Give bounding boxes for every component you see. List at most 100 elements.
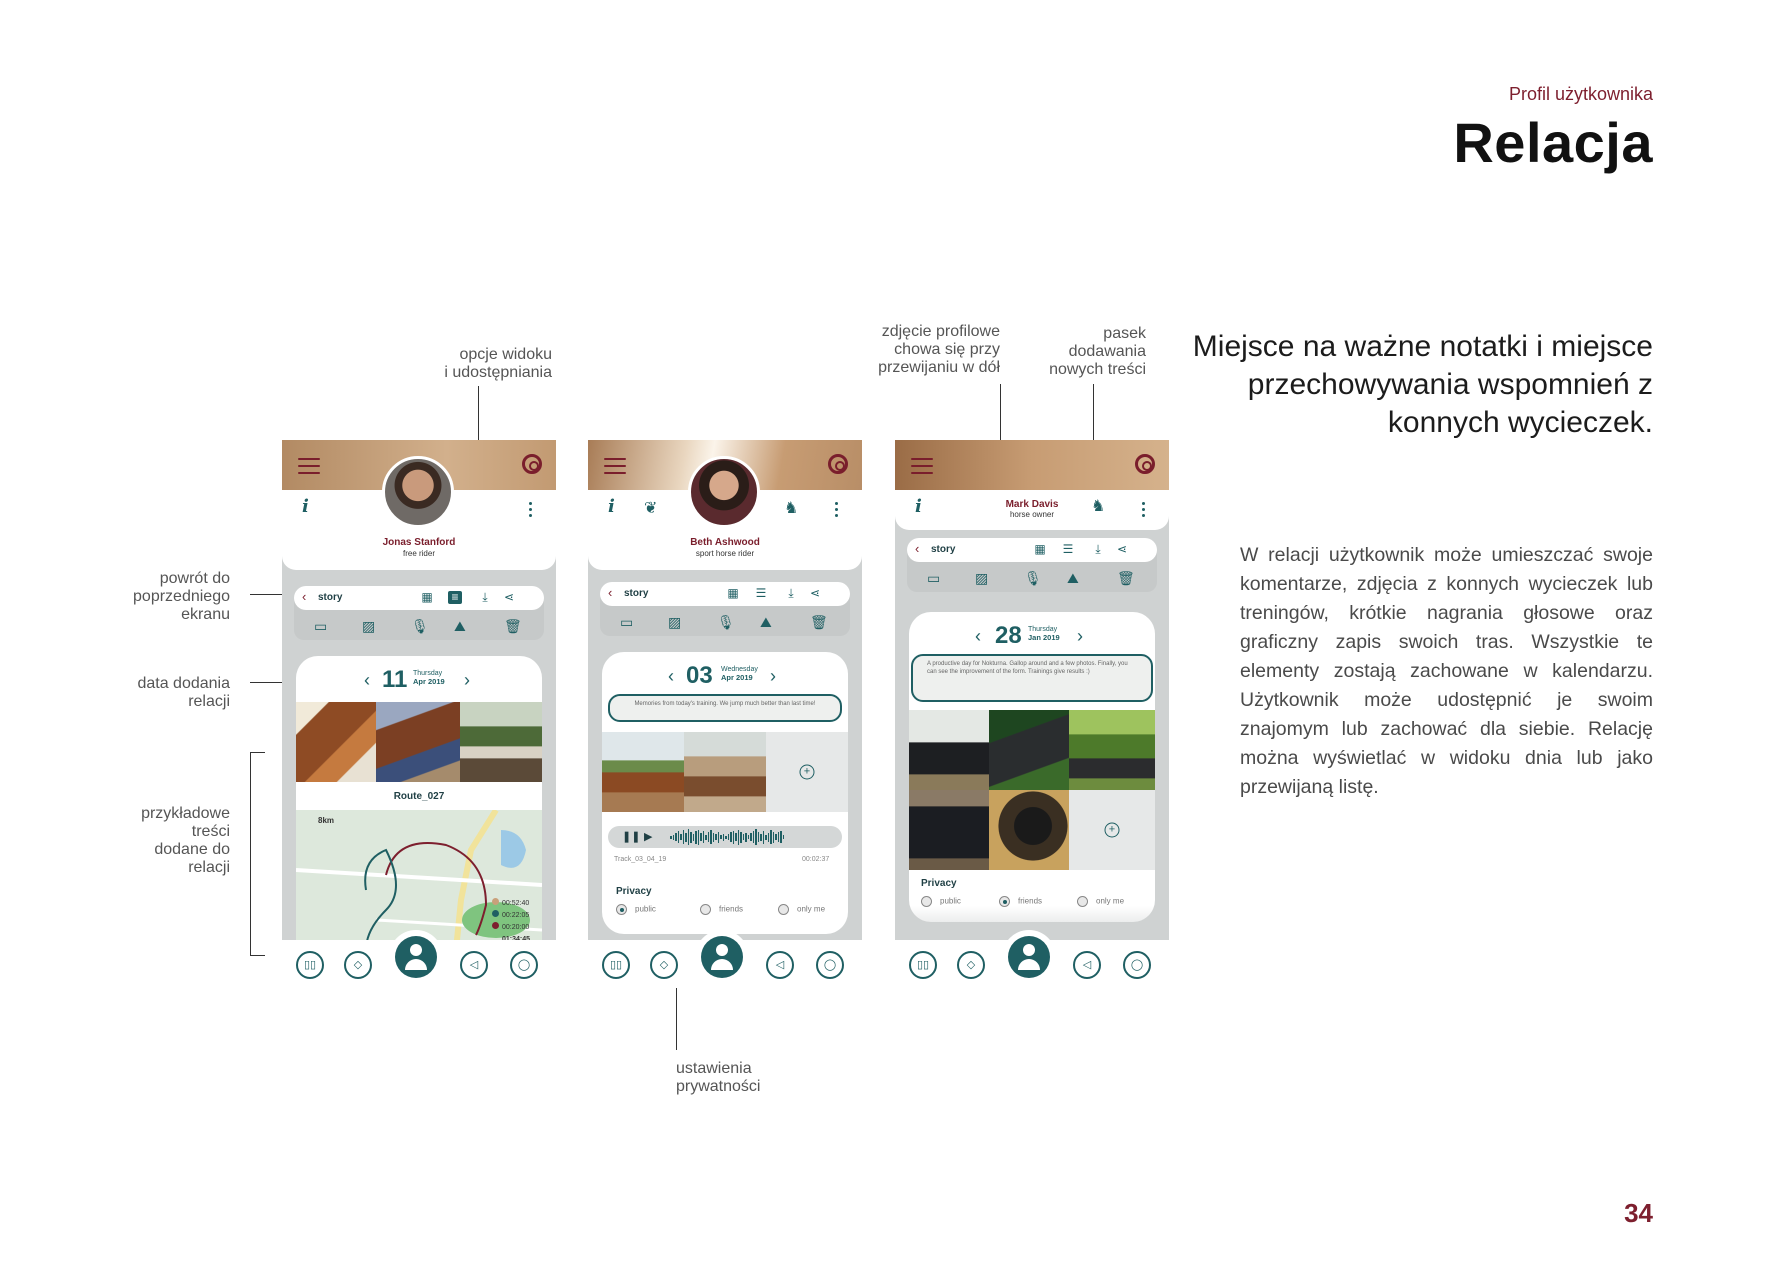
annotation-line: zdjęcie profilowe <box>881 323 1000 340</box>
image-icon[interactable]: ▨ <box>362 618 375 635</box>
route-icon[interactable]: ⛰ <box>454 618 466 635</box>
megaphone-icon[interactable]: ◁ <box>766 951 794 979</box>
info-icon[interactable]: i <box>608 496 615 517</box>
comment-icon[interactable]: ▭ <box>927 570 940 587</box>
share-icon[interactable]: ⋖ <box>502 591 516 604</box>
story-photo[interactable] <box>602 732 684 812</box>
megaphone-icon[interactable]: ◁ <box>460 951 488 979</box>
comment-icon[interactable]: ▭ <box>620 614 633 631</box>
privacy-only-me[interactable]: only me <box>778 904 825 915</box>
kebab-icon[interactable] <box>529 502 532 520</box>
profile-icon <box>701 936 743 978</box>
download-icon[interactable]: ⤓ <box>478 591 492 604</box>
megaphone-icon[interactable]: ◁ <box>1073 951 1101 979</box>
back-button[interactable]: ‹ <box>915 541 919 556</box>
phone-screen-3: i ♞ Mark Davis horse owner ▭ ▨ 🎙 ⛰ 🗑 ‹ s… <box>895 440 1169 988</box>
menu-icon[interactable] <box>911 458 933 474</box>
route-icon[interactable]: ⛰ <box>760 614 772 631</box>
pause-icon[interactable]: ❚❚ <box>622 830 640 843</box>
mic-icon[interactable]: 🎙 <box>411 618 429 635</box>
prev-day-button[interactable]: ‹ <box>668 666 674 687</box>
privacy-public[interactable]: public <box>616 904 656 915</box>
list-view-icon[interactable]: ≡ <box>448 591 462 604</box>
annotation-line: opcje widoku <box>459 346 553 363</box>
next-day-button[interactable]: › <box>770 666 776 687</box>
next-day-button[interactable]: › <box>464 670 470 691</box>
add-photo-button[interactable]: + <box>766 732 848 812</box>
story-toolbar: ‹ story ▦ ≡ ⤓ ⋖ <box>294 586 544 610</box>
waveform[interactable] <box>670 829 784 845</box>
list-view-icon[interactable]: ☰ <box>754 587 768 600</box>
share-icon[interactable]: ⋖ <box>1115 543 1129 556</box>
chat-icon[interactable]: ◯ <box>1123 951 1151 979</box>
prev-day-button[interactable]: ‹ <box>975 626 981 647</box>
map-legend: 00:52:40 00:22:05 00:20:00 01:34:45 <box>492 898 530 946</box>
story-photo[interactable] <box>376 702 460 782</box>
laurel-icon[interactable]: ❦ <box>644 498 657 518</box>
share-icon[interactable]: ⋖ <box>808 587 822 600</box>
image-icon[interactable]: ▨ <box>975 570 988 587</box>
comment-icon[interactable]: ▭ <box>314 618 327 635</box>
trash-icon[interactable]: 🗑 <box>1117 570 1135 587</box>
privacy-title: Privacy <box>921 878 957 889</box>
calendar-icon[interactable]: ▦ <box>1033 543 1047 556</box>
profile-nav-button[interactable] <box>389 930 443 984</box>
story-note[interactable]: A productive day for Nokturna. Gallop ar… <box>911 654 1153 702</box>
add-photo-button[interactable]: + <box>1069 790 1155 870</box>
gear-icon[interactable] <box>522 454 542 474</box>
annotation-content: przykładowe treści dodane do relacji <box>110 805 230 877</box>
story-photo[interactable] <box>684 732 766 812</box>
back-button[interactable]: ‹ <box>302 589 306 604</box>
download-icon[interactable]: ⤓ <box>1091 543 1105 556</box>
month-year: Jan 2019 <box>1028 633 1060 642</box>
gear-icon[interactable] <box>1135 454 1155 474</box>
tag-icon[interactable]: ◇ <box>344 951 372 979</box>
prev-day-button[interactable]: ‹ <box>364 670 370 691</box>
image-icon[interactable]: ▨ <box>668 614 681 631</box>
annotation-date: data dodania relacji <box>110 675 230 711</box>
profile-nav-button[interactable] <box>695 930 749 984</box>
list-view-icon[interactable]: ☰ <box>1061 543 1075 556</box>
book-icon[interactable]: ▯▯ <box>909 951 937 979</box>
story-photo[interactable] <box>909 710 989 790</box>
story-note[interactable]: Memories from today's training. We jump … <box>608 694 842 722</box>
chat-icon[interactable]: ◯ <box>510 951 538 979</box>
trash-icon[interactable]: 🗑 <box>810 614 828 631</box>
tag-icon[interactable]: ◇ <box>957 951 985 979</box>
calendar-icon[interactable]: ▦ <box>726 587 740 600</box>
back-button[interactable]: ‹ <box>608 585 612 600</box>
tag-icon[interactable]: ◇ <box>650 951 678 979</box>
story-photo[interactable] <box>989 710 1069 790</box>
mic-icon[interactable]: 🎙 <box>1024 570 1042 587</box>
chat-icon[interactable]: ◯ <box>816 951 844 979</box>
story-content: ‹ 28 Thursday Jan 2019 › A productive da… <box>909 612 1155 922</box>
route-icon[interactable]: ⛰ <box>1067 570 1079 587</box>
play-icon[interactable]: ▶ <box>644 830 652 843</box>
privacy-friends[interactable]: friends <box>700 904 743 915</box>
book-icon[interactable]: ▯▯ <box>602 951 630 979</box>
menu-icon[interactable] <box>604 458 626 474</box>
story-photo[interactable] <box>1069 710 1155 790</box>
story-photo[interactable] <box>460 702 542 782</box>
profile-nav-button[interactable] <box>1002 930 1056 984</box>
trash-icon[interactable]: 🗑 <box>504 618 522 635</box>
radio-dot <box>778 904 789 915</box>
calendar-icon[interactable]: ▦ <box>420 591 434 604</box>
info-icon[interactable]: i <box>302 496 309 517</box>
story-content: ‹ 03 Wednesday Apr 2019 › Memories from … <box>602 652 848 934</box>
story-photo[interactable] <box>296 702 376 782</box>
avatar <box>382 456 454 528</box>
kebab-icon[interactable] <box>835 502 838 520</box>
route-map[interactable]: 8km 00:52:40 00:22:05 00:20:00 01:34:45 <box>296 810 542 946</box>
download-icon[interactable]: ⤓ <box>784 587 798 600</box>
next-day-button[interactable]: › <box>1077 626 1083 647</box>
horse-head-icon[interactable]: ♞ <box>784 498 798 518</box>
book-icon[interactable]: ▯▯ <box>296 951 324 979</box>
mic-icon[interactable]: 🎙 <box>717 614 735 631</box>
story-photo[interactable] <box>989 790 1069 870</box>
gear-icon[interactable] <box>828 454 848 474</box>
profile-name: Mark Davis <box>1005 499 1059 510</box>
story-photo[interactable] <box>909 790 989 870</box>
menu-icon[interactable] <box>298 458 320 474</box>
annotation-add-bar: pasek dodawania nowych treści <box>1030 325 1146 379</box>
